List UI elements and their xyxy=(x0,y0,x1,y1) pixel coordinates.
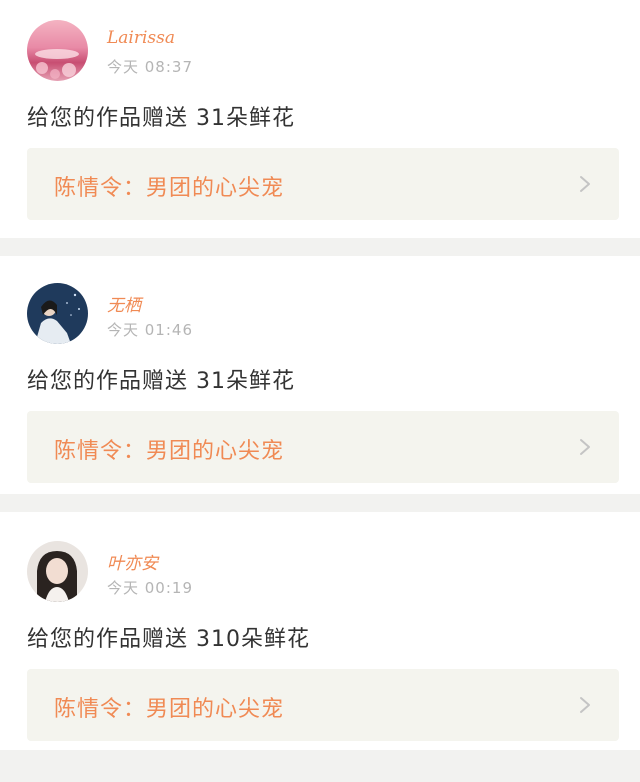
pink-landscape-avatar-icon xyxy=(27,20,88,81)
timestamp: 今天 08:37 xyxy=(107,58,193,76)
gift-message: 给您的作品赠送 31朵鲜花 xyxy=(27,369,295,394)
divider xyxy=(0,494,640,512)
chevron-right-icon xyxy=(577,438,593,456)
user-avatar[interactable] xyxy=(27,283,88,344)
divider xyxy=(0,750,640,764)
work-title: 陈情令：男团的心尖宠 xyxy=(54,176,285,201)
work-link[interactable]: 陈情令：男团的心尖宠 xyxy=(27,669,619,741)
notification-card: 叶亦安 今天 00:19 给您的作品赠送 310朵鲜花 陈情令：男团的心尖宠 xyxy=(0,512,640,750)
work-link[interactable]: 陈情令：男团的心尖宠 xyxy=(27,411,619,483)
username[interactable]: 叶亦安 xyxy=(107,549,158,574)
notification-card: 无栖 今天 01:46 给您的作品赠送 31朵鲜花 陈情令：男团的心尖宠 xyxy=(0,256,640,494)
work-title: 陈情令：男团的心尖宠 xyxy=(54,697,285,722)
work-title: 陈情令：男团的心尖宠 xyxy=(54,439,285,464)
user-avatar[interactable] xyxy=(27,541,88,602)
timestamp: 今天 01:46 xyxy=(107,321,193,339)
chevron-right-icon xyxy=(577,175,593,193)
work-link[interactable]: 陈情令：男团的心尖宠 xyxy=(27,148,619,220)
notification-card: Lairissa 今天 08:37 给您的作品赠送 31朵鲜花 陈情令：男团的心… xyxy=(0,0,640,238)
username[interactable]: 无栖 xyxy=(107,291,141,316)
woman-portrait-avatar-icon xyxy=(27,541,88,602)
user-avatar[interactable] xyxy=(27,20,88,81)
timestamp: 今天 00:19 xyxy=(107,579,193,597)
divider xyxy=(0,238,640,256)
gift-notification-feed: Lairissa 今天 08:37 给您的作品赠送 31朵鲜花 陈情令：男团的心… xyxy=(0,0,640,764)
username[interactable]: Lairissa xyxy=(107,28,175,48)
gift-message: 给您的作品赠送 31朵鲜花 xyxy=(27,106,295,131)
chevron-right-icon xyxy=(577,696,593,714)
white-robed-man-avatar-icon xyxy=(27,283,88,344)
gift-message: 给您的作品赠送 310朵鲜花 xyxy=(27,627,310,652)
